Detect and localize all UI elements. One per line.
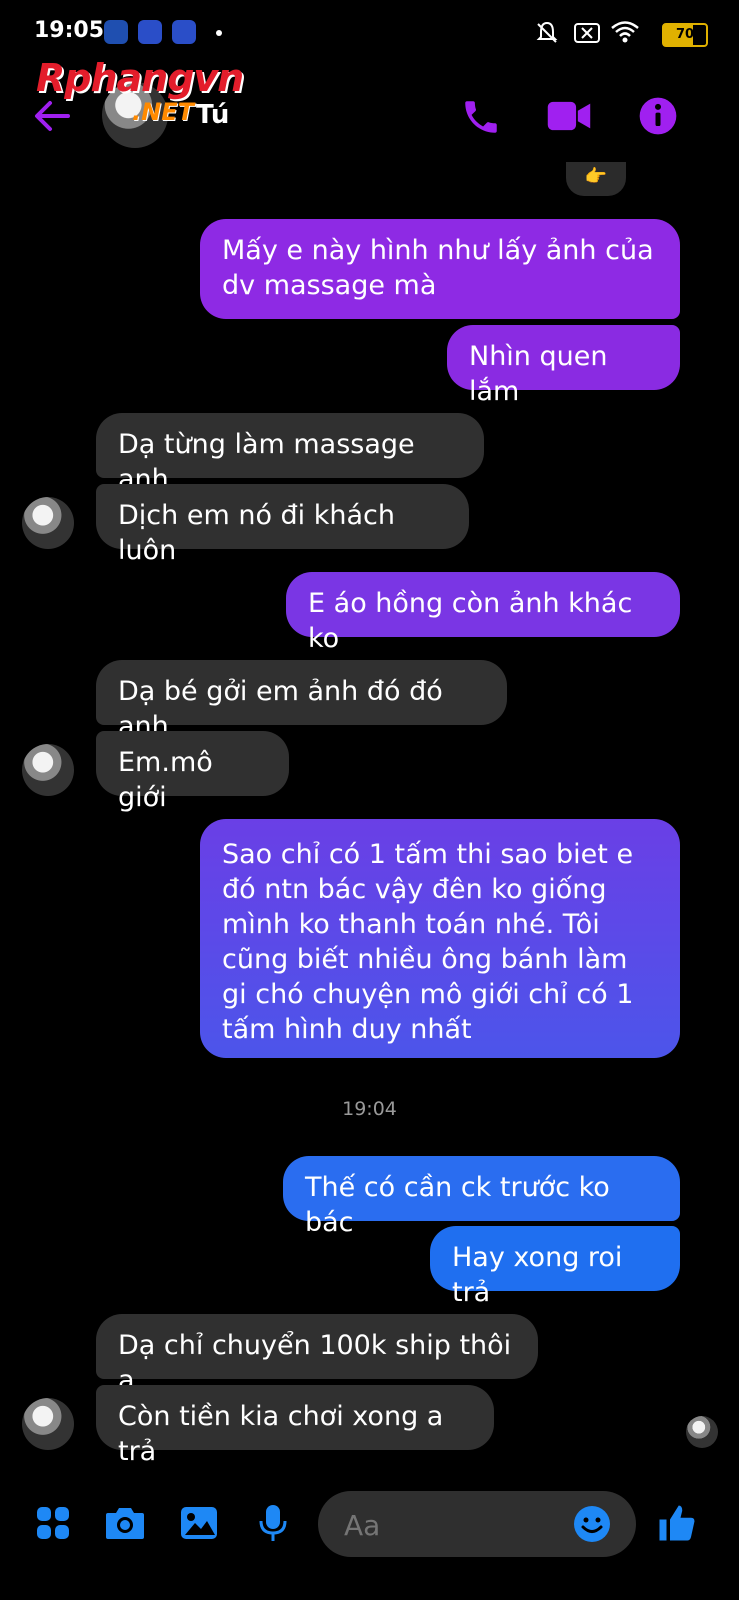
outgoing-message[interactable]: Mấy e này hình như lấy ảnh của dv massag… xyxy=(200,219,680,319)
video-call-icon[interactable] xyxy=(546,96,592,136)
status-time: 19:05 xyxy=(34,18,105,43)
outgoing-message[interactable]: Hay xong roi trả xyxy=(430,1226,680,1308)
battery-level: 70 xyxy=(675,27,695,42)
wifi-icon xyxy=(611,21,639,43)
message-input-container[interactable] xyxy=(318,1491,636,1557)
seen-receipt-avatar xyxy=(686,1416,718,1448)
microphone-icon[interactable] xyxy=(250,1500,296,1546)
message-input[interactable] xyxy=(342,1505,566,1545)
camera-icon[interactable] xyxy=(102,1500,148,1546)
incoming-message[interactable]: Dạ chỉ chuyển 100k ship thôi a xyxy=(96,1314,538,1396)
app-notification-icon xyxy=(104,20,128,44)
sender-avatar[interactable] xyxy=(22,497,74,549)
incoming-message[interactable]: Em.mô giới xyxy=(96,731,289,813)
sender-avatar[interactable] xyxy=(22,1398,74,1450)
outgoing-message[interactable]: Sao chỉ có 1 tấm thi sao biet e đó ntn b… xyxy=(200,819,680,1058)
battery-indicator: 70 xyxy=(662,23,708,47)
gallery-icon[interactable] xyxy=(176,1500,222,1546)
info-icon[interactable] xyxy=(638,96,678,136)
shield-notification-icon xyxy=(172,20,196,44)
watermark-logo: Rphangvn xyxy=(36,56,244,100)
mute-bell-icon xyxy=(536,21,558,43)
emoji-icon[interactable] xyxy=(572,1504,612,1544)
phone-call-icon[interactable] xyxy=(460,96,502,138)
reaction-badge[interactable]: 👉 xyxy=(566,162,626,196)
more-notifications-dot xyxy=(216,30,222,36)
timestamp-separator: 19:04 xyxy=(342,1098,397,1120)
sender-avatar[interactable] xyxy=(22,744,74,796)
incoming-message[interactable]: Còn tiền kia chơi xong a trả xyxy=(96,1385,494,1467)
more-actions-icon[interactable] xyxy=(30,1500,76,1546)
incoming-message[interactable]: Dạ bé gởi em ảnh đó đó anh xyxy=(96,660,507,742)
contact-name[interactable]: Tú xyxy=(196,100,229,130)
no-sim-icon xyxy=(574,23,600,43)
outgoing-message[interactable]: Thế có cần ck trước ko bác xyxy=(283,1156,680,1238)
shield-notification-icon xyxy=(138,20,162,44)
incoming-message[interactable]: Dịch em nó đi khách luôn xyxy=(96,484,469,566)
outgoing-message[interactable]: E áo hồng còn ảnh khác ko xyxy=(286,572,680,654)
back-arrow-icon[interactable] xyxy=(32,98,72,134)
watermark-suffix: .NET xyxy=(132,98,194,126)
thumbs-up-icon[interactable] xyxy=(654,1500,700,1546)
incoming-message[interactable]: Dạ từng làm massage anh xyxy=(96,413,484,495)
outgoing-message[interactable]: Nhìn quen lắm xyxy=(447,325,680,407)
